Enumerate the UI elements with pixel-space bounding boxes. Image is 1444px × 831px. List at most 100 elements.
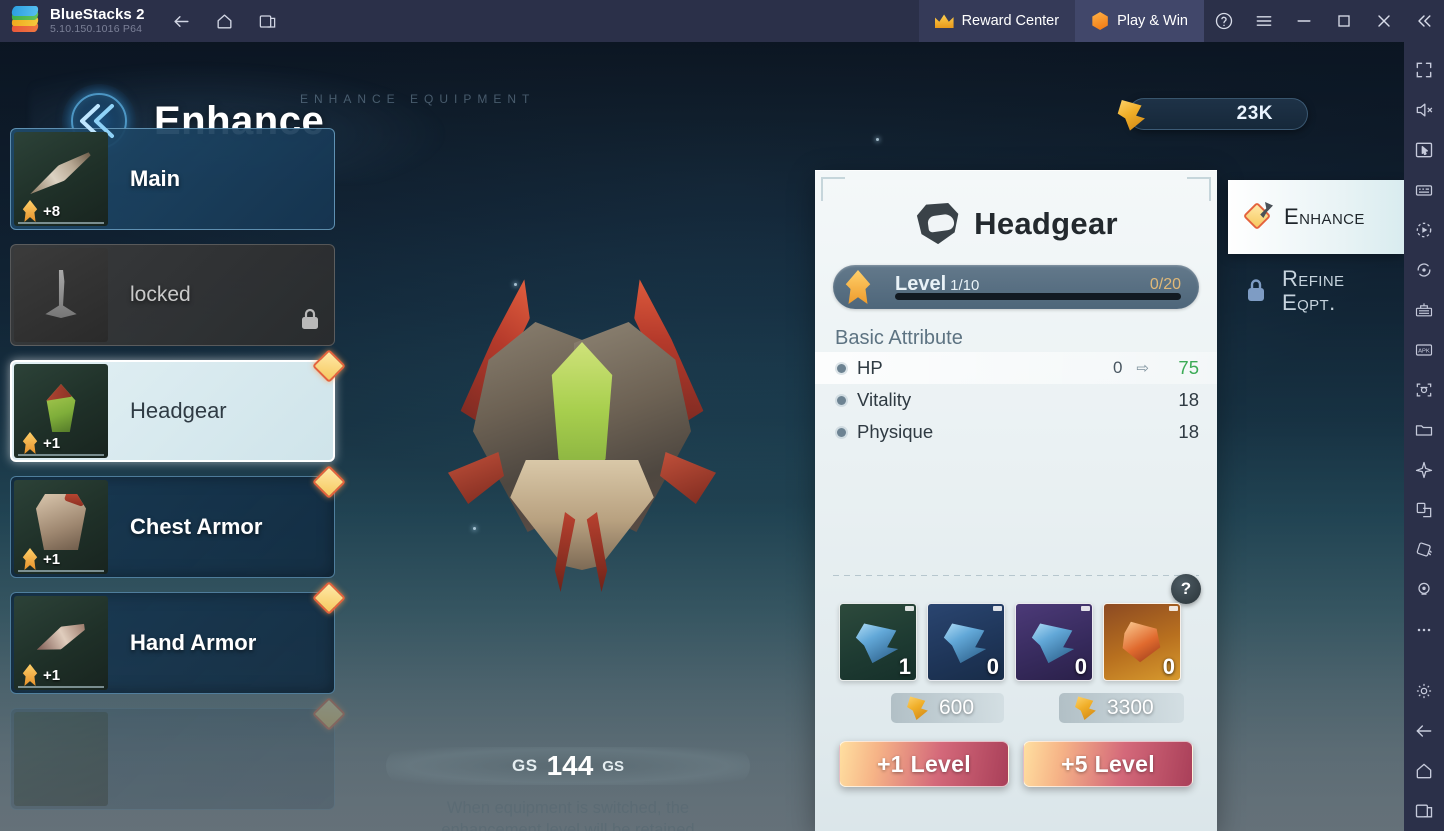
arrow-right-icon: ⇨ xyxy=(1136,360,1149,377)
copy-instance-icon[interactable] xyxy=(1404,490,1444,530)
bluestacks-nav-buttons xyxy=(165,5,285,37)
keyboard-controls-icon[interactable] xyxy=(1404,170,1444,210)
game-viewport: Enhance ENHANCE EQUIPMENT 23K +8 Main lo… xyxy=(0,42,1404,831)
material-slot-green[interactable]: 1 xyxy=(839,603,917,681)
cost-row: 600 3300 xyxy=(839,693,1199,723)
attributes-heading: Basic Attribute xyxy=(835,327,963,349)
gold-shard-icon xyxy=(905,695,931,721)
helmet-icon xyxy=(914,203,960,245)
tilt-icon[interactable] xyxy=(1404,530,1444,570)
cost-plus-one: 600 xyxy=(891,693,1005,723)
equipment-slot-hand-armor[interactable]: +1 Hand Armor xyxy=(10,581,346,694)
equipment-slot-headgear[interactable]: +1 Headgear xyxy=(10,349,346,462)
enhance-rune-icon xyxy=(22,664,38,686)
upgrade-available-diamond-icon xyxy=(312,349,346,383)
enhance-stone-icon xyxy=(1030,620,1076,664)
slot-thumbnail: +1 xyxy=(14,596,108,690)
slot-thumbnail xyxy=(14,248,108,342)
bullet-icon xyxy=(837,363,846,373)
tab-label-line1: Refine xyxy=(1282,266,1345,292)
bullet-icon xyxy=(837,395,846,405)
equipment-slot-main[interactable]: +8 Main xyxy=(10,128,335,230)
cost-plus-five: 3300 xyxy=(1059,693,1184,723)
back-nav-icon[interactable] xyxy=(1404,711,1444,751)
more-icon[interactable] xyxy=(1404,610,1444,650)
plus-five-level-button[interactable]: +5 Level xyxy=(1023,741,1193,787)
gear-score-suffix: GS xyxy=(602,757,624,775)
enhance-rune-icon xyxy=(22,548,38,570)
cursor-pointer-icon[interactable] xyxy=(1404,130,1444,170)
bluestacks-sidebar: APK xyxy=(1404,42,1444,831)
screenshot-icon[interactable] xyxy=(1404,370,1444,410)
hand-armor-art xyxy=(32,616,89,659)
upgrade-available-diamond-icon xyxy=(312,465,346,499)
equipment-slot-chest-armor[interactable]: +1 Chest Armor xyxy=(10,465,346,578)
home-icon[interactable] xyxy=(208,5,242,37)
close-icon[interactable] xyxy=(1364,0,1404,42)
play-and-win-button[interactable]: Play & Win xyxy=(1075,0,1204,42)
material-count: 1 xyxy=(898,654,911,679)
enhance-level-badge: +1 xyxy=(20,664,60,686)
level-progress-bar: Level 1/10 0/20 xyxy=(833,265,1199,309)
attribute-value: 18 xyxy=(1178,389,1199,410)
slot-label: Main xyxy=(130,166,181,191)
enhance-level-badge: +1 xyxy=(20,548,60,570)
apk-install-icon[interactable]: APK xyxy=(1404,330,1444,370)
cost-value: 3300 xyxy=(1107,696,1154,719)
double-chevron-left-icon[interactable] xyxy=(1404,0,1444,42)
folder-icon[interactable] xyxy=(1404,410,1444,450)
equipment-slot-partial[interactable] xyxy=(10,697,346,810)
tab-enhance[interactable]: Enhance xyxy=(1228,180,1404,254)
materials-row: 1 0 0 0 xyxy=(839,603,1181,681)
gold-shard-icon xyxy=(1073,695,1099,721)
material-slot-purple[interactable]: 0 xyxy=(1015,603,1093,681)
equipment-preview-art xyxy=(432,270,732,596)
fullscreen-icon[interactable] xyxy=(1404,50,1444,90)
enhance-stone-icon xyxy=(854,620,900,664)
slot-thumbnail: +1 xyxy=(14,364,108,458)
attribute-name: HP xyxy=(857,357,883,378)
question-circle-icon[interactable] xyxy=(1204,0,1244,42)
material-slot-orange[interactable]: 0 xyxy=(1103,603,1181,681)
reward-center-button[interactable]: Reward Center xyxy=(918,0,1076,42)
chest-armor-art xyxy=(36,494,86,550)
minimize-icon[interactable] xyxy=(1284,0,1324,42)
rotate-icon[interactable] xyxy=(1404,250,1444,290)
windows-icon[interactable] xyxy=(251,5,285,37)
multi-instance-sync-icon[interactable] xyxy=(1404,290,1444,330)
currency-pill[interactable]: 23K xyxy=(1117,98,1308,131)
settings-gear-icon[interactable] xyxy=(1404,671,1444,711)
play-and-win-label: Play & Win xyxy=(1117,13,1188,29)
slot-thumbnail: +1 xyxy=(14,480,108,574)
attribute-name: Vitality xyxy=(857,389,912,410)
location-icon[interactable] xyxy=(1404,570,1444,610)
background-star xyxy=(876,138,879,141)
mode-tabs: Enhance Refine Eqpt. xyxy=(1228,180,1404,328)
screenshot-root: Enhance ENHANCE EQUIPMENT 23K +8 Main lo… xyxy=(0,0,1444,831)
help-button[interactable]: ? xyxy=(1171,574,1201,604)
maximize-icon[interactable] xyxy=(1324,0,1364,42)
upgrade-available-diamond-icon xyxy=(312,581,346,615)
attribute-old-value: 0 xyxy=(1112,358,1123,377)
attribute-name: Physique xyxy=(857,421,934,442)
hamburger-icon[interactable] xyxy=(1244,0,1284,42)
tab-refine-eqpt[interactable]: Refine Eqpt. xyxy=(1228,254,1404,328)
airplane-icon[interactable] xyxy=(1404,450,1444,490)
reward-center-label: Reward Center xyxy=(961,13,1060,29)
arrow-left-icon[interactable] xyxy=(165,5,199,37)
attribute-value: 18 xyxy=(1178,421,1199,442)
empty-slot-art xyxy=(45,270,77,318)
material-slot-blue[interactable]: 0 xyxy=(927,603,1005,681)
equipment-slot-locked[interactable]: locked xyxy=(10,244,335,346)
svg-text:APK: APK xyxy=(1418,349,1430,355)
material-count: 0 xyxy=(1162,654,1175,679)
home-nav-icon[interactable] xyxy=(1404,751,1444,791)
attribute-row-hp: HP 0 ⇨ 75 xyxy=(815,352,1217,384)
macro-record-icon[interactable] xyxy=(1404,210,1444,250)
page-subtitle: ENHANCE EQUIPMENT xyxy=(300,92,536,106)
plus-one-level-button[interactable]: +1 Level xyxy=(839,741,1009,787)
enhance-rune-icon xyxy=(22,200,38,222)
mute-icon[interactable] xyxy=(1404,90,1444,130)
recents-nav-icon[interactable] xyxy=(1404,791,1444,831)
card-header: Headgear xyxy=(815,171,1217,245)
